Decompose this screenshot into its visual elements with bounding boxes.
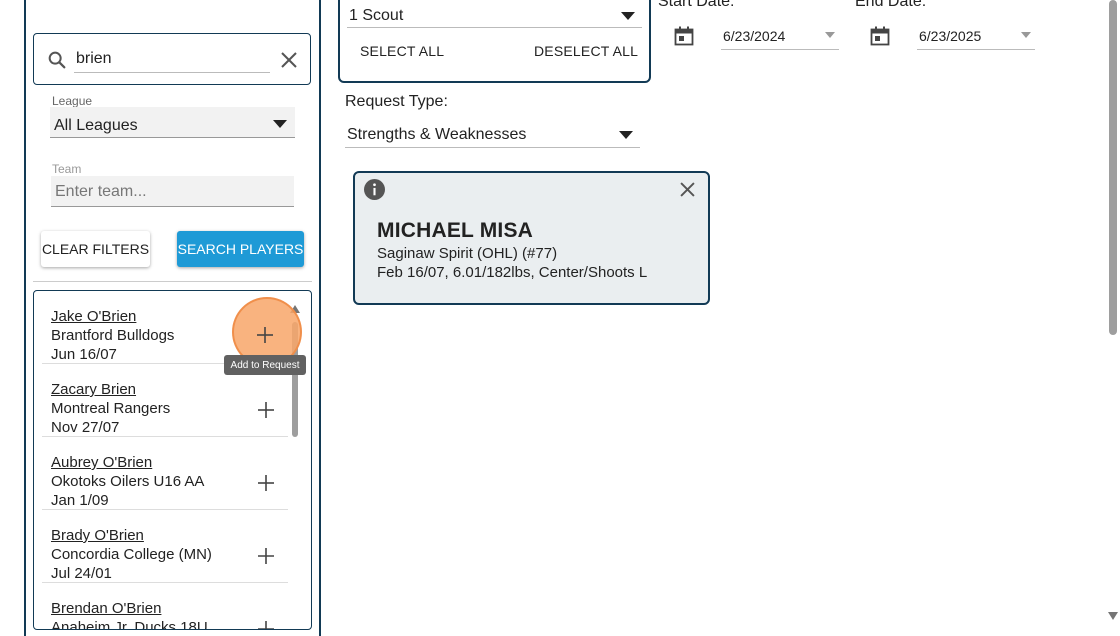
chevron-down-icon[interactable] xyxy=(1021,32,1031,38)
deselect-all-button[interactable]: DESELECT ALL xyxy=(534,43,638,59)
selected-player-team: Saginaw Spirit (OHL) (#77) xyxy=(377,245,558,262)
request-type-select[interactable]: Strengths & Weaknesses xyxy=(347,126,526,144)
player-team: Montreal Rangers xyxy=(51,400,171,417)
chevron-down-icon[interactable] xyxy=(619,131,633,139)
league-value: All Leagues xyxy=(54,117,138,134)
end-date-label: End Date: xyxy=(855,0,927,10)
scroll-down-arrow-icon[interactable] xyxy=(1108,612,1118,620)
chevron-down-icon xyxy=(273,120,287,128)
calendar-icon[interactable] xyxy=(870,26,890,46)
player-name-link[interactable]: Brady O'Brien xyxy=(51,527,144,544)
panel-divider xyxy=(33,281,312,282)
selected-player-details: Feb 16/07, 6.01/182lbs, Center/Shoots L xyxy=(377,264,648,281)
player-dob: Nov 27/07 xyxy=(51,419,120,436)
start-date-input[interactable]: 6/23/2024 xyxy=(723,28,785,44)
team-label: Team xyxy=(52,162,82,176)
player-team: Brantford Bulldogs xyxy=(51,327,175,344)
player-team: Concordia College (MN) xyxy=(51,546,212,563)
scout-select-underline xyxy=(347,27,642,28)
info-icon[interactable] xyxy=(364,179,385,200)
add-player-icon[interactable] xyxy=(254,617,278,630)
player-dob: Jan 1/09 xyxy=(51,492,109,509)
team-input[interactable]: Enter team... xyxy=(55,183,147,201)
list-item: Aubrey O'Brien Okotoks Oilers U16 AA Jan… xyxy=(42,437,288,510)
add-player-icon[interactable] xyxy=(254,471,278,495)
list-item: Brady O'Brien Concordia College (MN) Jul… xyxy=(42,510,288,583)
start-date-label: Start Date: xyxy=(658,0,735,10)
clear-search-icon[interactable] xyxy=(279,50,299,70)
player-team: Anaheim Jr. Ducks 18U xyxy=(51,619,208,630)
player-search-box[interactable] xyxy=(33,33,311,85)
request-type-underline xyxy=(345,147,640,148)
end-date-underline xyxy=(917,49,1035,50)
player-name-link[interactable]: Jake O'Brien xyxy=(51,308,136,325)
page-scrollbar-thumb[interactable] xyxy=(1109,0,1117,335)
clear-filters-button[interactable]: CLEAR FILTERS xyxy=(41,231,150,267)
search-players-button[interactable]: SEARCH PLAYERS xyxy=(177,231,304,267)
search-input-underline xyxy=(74,72,270,73)
player-name-link[interactable]: Brendan O'Brien xyxy=(51,600,161,617)
add-player-icon[interactable] xyxy=(254,544,278,568)
player-dob: Jul 24/01 xyxy=(51,565,112,582)
player-name-link[interactable]: Aubrey O'Brien xyxy=(51,454,152,471)
close-icon[interactable] xyxy=(680,182,695,197)
calendar-icon[interactable] xyxy=(674,26,694,46)
chevron-down-icon[interactable] xyxy=(621,12,635,20)
request-type-label: Request Type: xyxy=(345,93,448,110)
scout-select-value[interactable]: 1 Scout xyxy=(349,7,403,25)
player-dob: Jun 16/07 xyxy=(51,346,117,363)
add-player-icon[interactable] xyxy=(253,323,277,347)
list-item: Brendan O'Brien Anaheim Jr. Ducks 18U xyxy=(42,583,288,630)
search-icon xyxy=(48,51,66,69)
league-label: League xyxy=(52,94,93,108)
chevron-down-icon[interactable] xyxy=(825,32,835,38)
add-player-icon[interactable] xyxy=(254,398,278,422)
player-team: Okotoks Oilers U16 AA xyxy=(51,473,205,490)
select-all-button[interactable]: SELECT ALL xyxy=(360,43,444,59)
start-date-underline xyxy=(721,49,839,50)
selected-player-name: MICHAEL MISA xyxy=(377,219,534,242)
search-input[interactable]: brien xyxy=(76,50,112,68)
end-date-input[interactable]: 6/23/2025 xyxy=(919,28,981,44)
add-to-request-tooltip: Add to Request xyxy=(224,355,306,375)
player-name-link[interactable]: Zacary Brien xyxy=(51,381,136,398)
